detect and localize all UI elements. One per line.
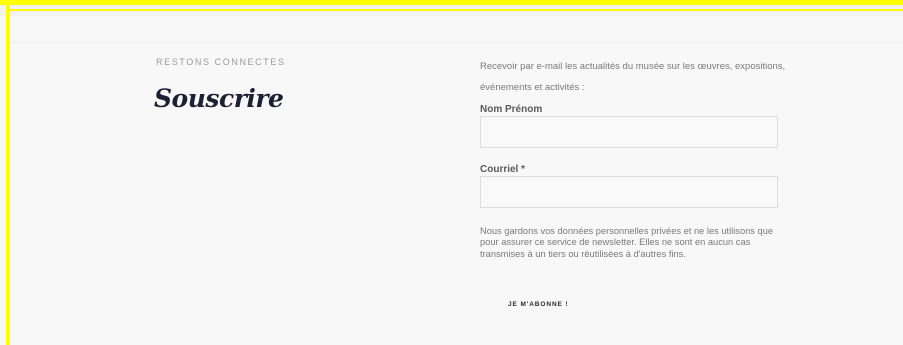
privacy-notice: Nous gardons vos données personnelles pr… xyxy=(480,226,774,259)
section-title: Souscrire xyxy=(154,84,284,113)
name-field-label: Nom Prénom xyxy=(480,104,543,115)
newsletter-page: RESTONS CONNECTES Souscrire Recevoir par… xyxy=(0,0,903,345)
highlight-frame-left xyxy=(6,5,10,345)
section-divider xyxy=(10,42,903,43)
email-input[interactable] xyxy=(480,176,778,208)
highlight-frame-line xyxy=(10,9,903,11)
email-field-label: Courriel * xyxy=(480,164,526,175)
newsletter-intro: Recevoir par e-mail les actualités du mu… xyxy=(480,61,786,93)
highlight-frame-top xyxy=(0,0,903,5)
name-input[interactable] xyxy=(480,116,778,148)
subscribe-button[interactable]: JE M'ABONNE ! xyxy=(500,299,577,310)
section-kicker: RESTONS CONNECTES xyxy=(156,57,286,67)
